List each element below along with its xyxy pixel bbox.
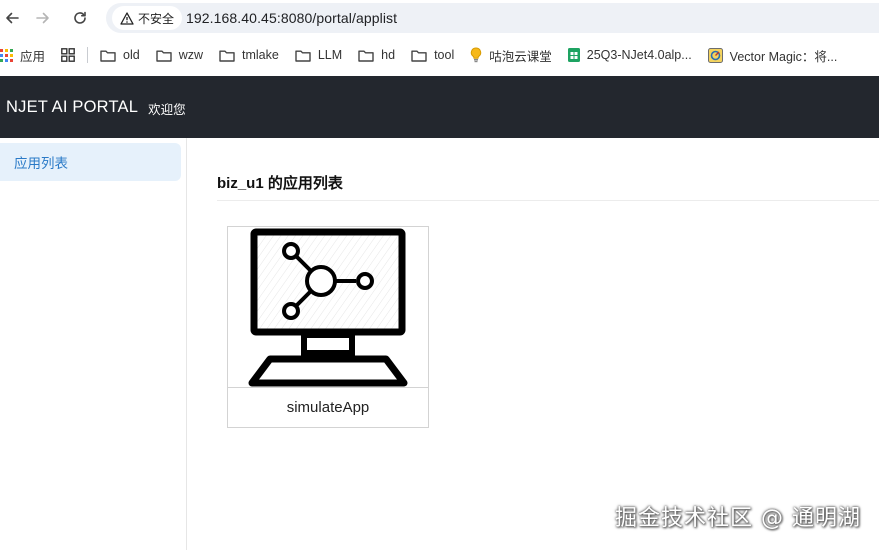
bookmarks-bar: 应用 old wzw tmlake LLM hd tool 咕泡云课堂 25Q3… [0,36,879,74]
url-text[interactable]: 192.168.40.45:8080/portal/applist [186,10,397,26]
bookmark-folder-old[interactable]: old [92,42,148,68]
sidebar-item-app-list[interactable]: 应用列表 [0,143,181,181]
bookmark-label: LLM [317,48,343,62]
reload-icon [74,11,86,24]
folder-icon [411,50,427,62]
title-divider [217,200,879,201]
bookmark-folder-tool[interactable]: tool [403,42,462,68]
lightbulb-icon [471,47,482,63]
bookmark-label: 应用 [20,49,46,64]
bookmark-folder-llm[interactable]: LLM [287,42,350,68]
folder-icon [358,50,374,62]
security-chip[interactable]: 不安全 [112,6,183,30]
bookmark-vector-magic[interactable]: Vector Magic：将... [700,42,846,68]
back-button[interactable] [0,6,24,30]
bookmark-folder-tmlake[interactable]: tmlake [211,42,287,68]
bookmark-label: hd [381,48,396,62]
bookmark-folder-hd[interactable]: hd [350,42,403,68]
apps-grid-icon [0,48,13,62]
page-title: biz_u1 的应用列表 [217,175,343,192]
security-label: 不安全 [138,11,175,26]
address-bar[interactable]: 不安全 192.168.40.45:8080/portal/applist [106,3,879,33]
bookmark-apps[interactable]: 应用 [0,42,53,68]
watermark: 掘金技术社区 @ 通明湖 [615,506,861,531]
reload-button[interactable] [68,6,92,30]
bookmark-folder-wzw[interactable]: wzw [148,42,211,68]
forward-button[interactable] [31,6,55,30]
folder-icon [156,50,172,62]
forward-icon [36,12,49,24]
app-thumbnail [228,227,428,388]
bookmark-label: 咕泡云课堂 [489,49,552,64]
app-name: simulateApp [286,399,370,416]
bookmark-sheet[interactable]: 25Q3-NJet4.0alp... [560,42,700,68]
monitor-network-icon [248,228,408,387]
warning-icon [120,11,134,25]
browser-toolbar: 不安全 192.168.40.45:8080/portal/applist [0,0,879,36]
app-header: NJET AI PORTAL 欢迎您 [0,76,879,138]
vector-magic-icon [707,47,723,63]
sidebar: 应用列表 [0,138,187,550]
bookmark-label: 25Q3-NJet4.0alp... [586,48,692,62]
folder-icon [100,50,116,62]
app-card[interactable]: simulateApp [227,226,429,428]
bookmark-gupao[interactable]: 咕泡云课堂 [462,42,560,68]
sidebar-item-label: 应用列表 [14,156,68,171]
tab-groups-icon [61,48,75,62]
sheets-icon [567,48,580,62]
app-title: NJET AI PORTAL [6,97,139,116]
bookmark-label: old [123,48,140,62]
back-icon [6,12,19,24]
bookmark-label: Vector Magic：将... [729,49,838,64]
bookmark-label: tmlake [242,48,279,62]
bookmark-tab-groups[interactable] [53,42,83,68]
folder-icon [219,50,235,62]
bookmark-label: tool [434,48,455,62]
folder-icon [295,50,311,62]
welcome-text: 欢迎您 [148,102,186,117]
main-content: biz_u1 的应用列表 simulateApp [188,138,879,550]
bookmark-label: wzw [178,48,204,62]
bookmark-separator [87,47,89,63]
